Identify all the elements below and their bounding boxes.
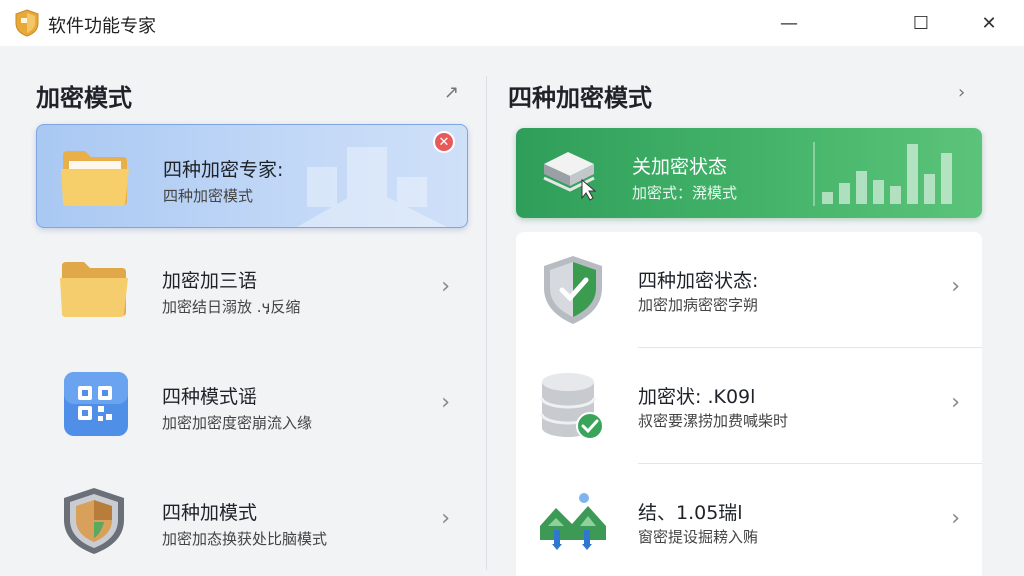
status-item-subtitle: 加密加病密密字朔: [638, 296, 759, 314]
chevron-right-icon: ›: [951, 506, 960, 531]
mode-card-title: 四种加密专家:: [163, 159, 284, 181]
left-panel: 加密模式 ↗ 四种加密专家: 四种加密模式 ✕ 加密加三语 加密结日溺放 .ӌ反…: [0, 46, 486, 576]
mode-card-4[interactable]: 四种加模式 加密加态换获处比脑模式 ›: [36, 468, 468, 574]
status-bar: [907, 144, 918, 204]
encryption-status-card[interactable]: 关加密状态 加密式：溌模式: [516, 128, 982, 218]
status-bar: [941, 153, 952, 204]
decorative-pattern-icon: [297, 147, 447, 227]
status-item-3[interactable]: 结、1.05瑞l 窗密提设掘耪入贿 ›: [516, 464, 982, 576]
qr-code-icon: [64, 372, 128, 436]
status-bar: [873, 180, 884, 204]
network-house-icon: [540, 493, 606, 550]
status-card-subtitle: 加密式：溌模式: [632, 184, 738, 202]
server-cursor-icon: [543, 152, 597, 201]
chevron-right-icon: ›: [441, 274, 450, 299]
close-button[interactable]: ✕: [956, 0, 1022, 46]
window-title: 软件功能专家: [48, 16, 156, 37]
mode-card-title: 四种模式谣: [162, 386, 258, 408]
mode-card-subtitle: 加密加密度密崩流入缘: [162, 414, 313, 432]
status-item-subtitle: 叔密要漯捞加费喊柴时: [638, 412, 789, 430]
status-bar: [924, 174, 935, 204]
shield-check-icon: [544, 256, 602, 324]
maximize-button[interactable]: ☐: [888, 0, 954, 46]
chevron-right-icon: ›: [441, 506, 450, 531]
mode-card-subtitle: 加密加态换获处比脑模式: [162, 530, 328, 548]
chevron-right-icon: ›: [951, 390, 960, 415]
title-bar: 软件功能专家 — ☐ ✕: [0, 0, 1024, 46]
shield-icon: [64, 488, 124, 554]
mode-card-title: 四种加模式: [162, 502, 258, 524]
column-divider: [486, 76, 487, 570]
status-bar: [822, 192, 833, 204]
folder-icon: [60, 262, 128, 317]
chevron-right-icon: ›: [441, 390, 450, 415]
mode-card-3[interactable]: 四种模式谣 加密加密度密崩流入缘 ›: [36, 352, 468, 458]
chevron-right-icon[interactable]: ›: [958, 82, 980, 104]
mode-card-title: 加密加三语: [162, 270, 258, 292]
status-card-title: 关加密状态: [632, 156, 728, 178]
mode-card-2[interactable]: 加密加三语 加密结日溺放 .ӌ反缩 ›: [36, 236, 468, 342]
chevron-right-icon: ›: [951, 274, 960, 299]
minimize-button[interactable]: —: [756, 0, 822, 46]
mode-card-subtitle: 加密结日溺放 .ӌ反缩: [162, 298, 301, 316]
status-item-subtitle: 窗密提设掘耪入贿: [638, 528, 759, 546]
folder-open-icon: [61, 151, 129, 206]
database-check-icon: [540, 373, 604, 440]
status-item-2[interactable]: 加密状: .K09l 叔密要漯捞加费喊柴时 ›: [516, 348, 982, 464]
status-list: 四种加密状态: 加密加病密密字朔 › 加密状: .K09l 叔密要漯捞加费喊柴时…: [516, 232, 982, 576]
status-bar: [839, 183, 850, 204]
close-badge-icon[interactable]: ✕: [433, 131, 455, 153]
status-item-title: 四种加密状态:: [638, 270, 759, 292]
mode-card-1[interactable]: 四种加密专家: 四种加密模式 ✕: [36, 124, 468, 228]
right-section-title: 四种加密模式: [508, 84, 652, 112]
status-item-1[interactable]: 四种加密状态: 加密加病密密字朔 ›: [516, 232, 982, 348]
status-bar: [856, 171, 867, 204]
mode-card-subtitle: 四种加密模式: [163, 187, 254, 205]
status-bar-chart: [813, 142, 952, 206]
status-item-title: 结、1.05瑞l: [638, 502, 743, 524]
right-panel: 四种加密模式 › 关加密状态 加密式：溌模式 四种加密状态: 加密加病密密字朔 …: [488, 46, 1024, 576]
expand-arrow-icon[interactable]: ↗: [444, 82, 466, 104]
left-section-title: 加密模式: [36, 84, 132, 112]
status-item-title: 加密状: .K09l: [638, 386, 756, 408]
status-bar: [890, 186, 901, 204]
app-shield-icon: [15, 9, 39, 37]
